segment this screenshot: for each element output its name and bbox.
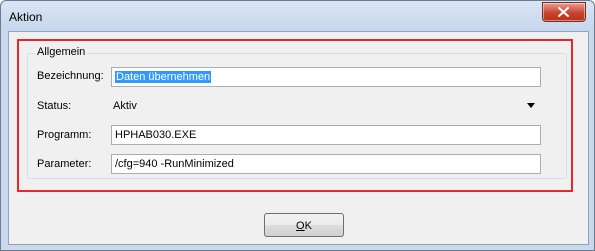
bezeichnung-value: Daten übernehmen bbox=[115, 71, 212, 83]
programm-field[interactable]: HPHAB030.EXE bbox=[111, 125, 541, 145]
status-label: Status: bbox=[37, 100, 72, 112]
parameter-label: Parameter: bbox=[37, 158, 92, 170]
status-dropdown[interactable]: Aktiv bbox=[111, 96, 541, 116]
window-title: Aktion bbox=[9, 10, 43, 24]
programm-label: Programm: bbox=[37, 129, 92, 141]
close-icon bbox=[558, 7, 569, 17]
status-value: Aktiv bbox=[113, 100, 137, 112]
bezeichnung-label: Bezeichnung: bbox=[37, 70, 104, 82]
parameter-value: /cfg=940 -RunMinimized bbox=[115, 158, 234, 170]
chevron-down-icon[interactable] bbox=[527, 103, 535, 108]
programm-value: HPHAB030.EXE bbox=[115, 129, 197, 141]
bezeichnung-field[interactable]: Daten übernehmen bbox=[111, 67, 541, 87]
close-button[interactable] bbox=[542, 2, 586, 22]
group-title: Allgemein bbox=[35, 46, 88, 58]
title-bar[interactable]: Aktion bbox=[1, 1, 594, 31]
ok-button[interactable]: OK bbox=[264, 213, 344, 237]
ok-button-label: OK bbox=[296, 220, 312, 232]
parameter-field[interactable]: /cfg=940 -RunMinimized bbox=[111, 154, 541, 174]
